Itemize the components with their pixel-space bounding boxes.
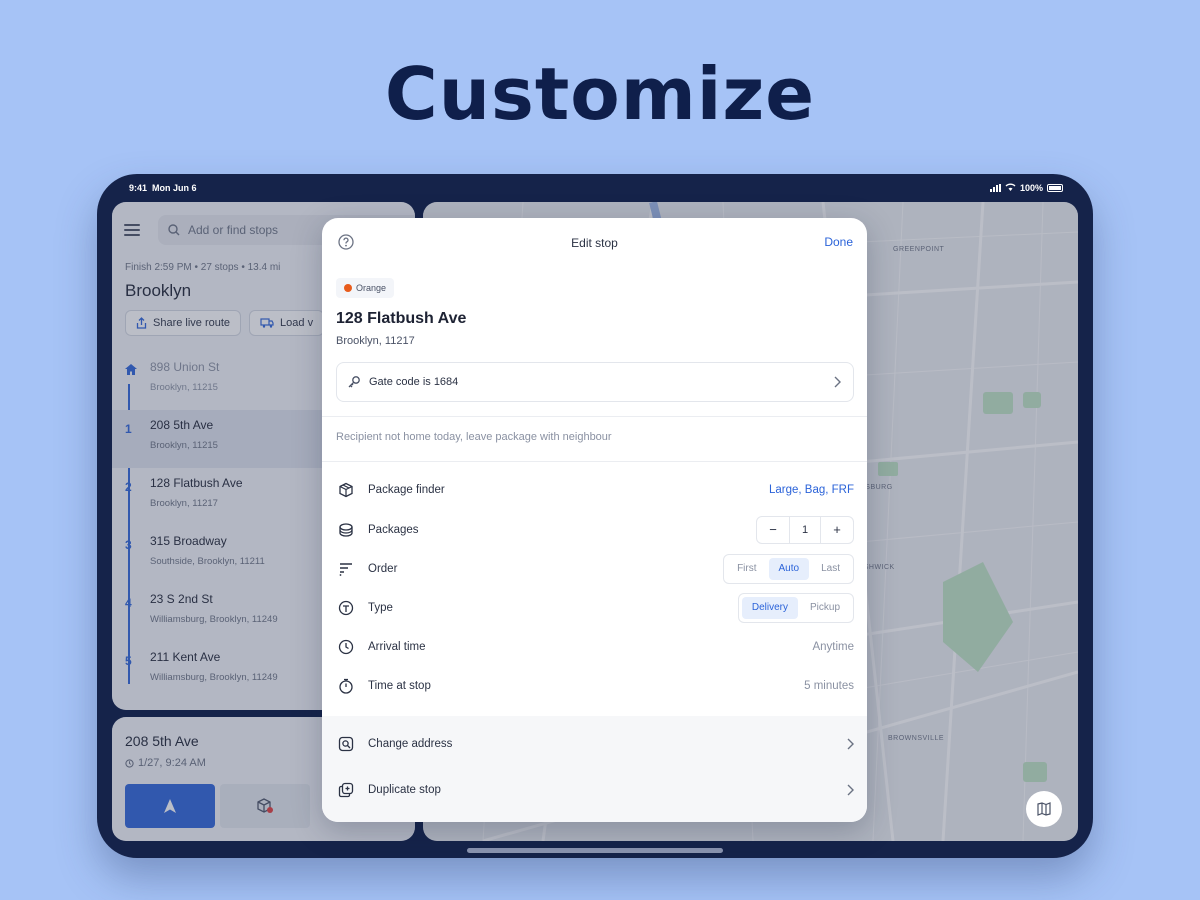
battery-percent: 100% [1019, 183, 1043, 193]
menu-icon[interactable] [124, 224, 140, 236]
order-icon [336, 561, 356, 577]
home-icon [125, 364, 137, 378]
route-title: Brooklyn [125, 281, 192, 300]
status-bar: 9:41 Mon Jun 6 100% [97, 174, 1093, 202]
package-finder-icon [336, 482, 356, 498]
decrement-button[interactable]: − [757, 517, 789, 543]
done-button[interactable]: Done [824, 235, 853, 249]
stop-number: 1 [125, 422, 132, 436]
change-address-button[interactable]: Change address [336, 724, 854, 764]
type-segmented-control: Delivery Pickup [737, 593, 854, 623]
share-icon [136, 317, 147, 329]
packages-icon [336, 522, 356, 538]
package-finder-row[interactable]: Package finder Large, Bag, FRF [336, 475, 854, 505]
package-issue-button[interactable] [220, 784, 310, 828]
map-icon [1037, 802, 1051, 816]
stop-number: 4 [125, 596, 132, 610]
order-segmented-control: First Auto Last [723, 554, 854, 584]
share-live-route-button[interactable]: Share live route [125, 310, 242, 336]
load-vehicle-button[interactable]: Load v [249, 310, 325, 336]
map-layers-button[interactable] [1026, 791, 1062, 827]
divider [322, 461, 867, 462]
selected-stop-title: 208 5th Ave [125, 733, 199, 749]
color-tag[interactable]: Orange [336, 278, 395, 298]
type-icon [336, 600, 356, 616]
truck-icon [260, 318, 274, 328]
stop-address: 128 Flatbush Ave [336, 310, 467, 327]
order-option-last[interactable]: Last [811, 558, 850, 580]
stop-note-card[interactable]: Gate code is 1684 [336, 362, 854, 402]
status-right: 100% [989, 183, 1063, 193]
recipient-note[interactable]: Recipient not home today, leave package … [336, 431, 612, 443]
arrival-time-row[interactable]: Arrival time Anytime [336, 632, 854, 662]
wifi-icon [1005, 183, 1016, 193]
time-at-stop-row[interactable]: Time at stop 5 minutes [336, 671, 854, 701]
stop-note-text: Gate code is 1684 [369, 376, 459, 388]
selected-stop-eta: 1/27, 9:24 AM [125, 757, 206, 769]
package-failed-icon [257, 798, 273, 813]
navigation-arrow-icon [164, 799, 176, 813]
modal-header: Edit stop Done [322, 218, 867, 266]
change-address-icon [336, 736, 356, 752]
battery-icon [1047, 184, 1063, 192]
clock-icon [336, 639, 356, 655]
route-meta: Finish 2:59 PM • 27 stops • 13.4 mi [125, 262, 281, 273]
modal-title: Edit stop [571, 236, 618, 250]
packages-row: Packages − 1 + [336, 515, 854, 545]
packages-stepper: − 1 + [756, 516, 854, 544]
chevron-right-icon [834, 376, 841, 388]
type-option-delivery[interactable]: Delivery [741, 597, 798, 619]
stopwatch-icon [336, 678, 356, 694]
stop-number: 3 [125, 538, 132, 552]
order-row: Order First Auto Last [336, 554, 854, 584]
search-icon [168, 224, 180, 236]
duplicate-icon [336, 782, 356, 798]
stop-number: 2 [125, 480, 132, 494]
stop-address-sub: Brooklyn, 11217 [336, 335, 415, 347]
packages-count[interactable]: 1 [789, 517, 821, 543]
color-dot [344, 284, 352, 292]
order-option-auto[interactable]: Auto [768, 558, 810, 580]
status-time: 9:41 Mon Jun 6 [129, 183, 197, 193]
signal-icon [989, 184, 1001, 192]
divider [322, 416, 867, 417]
duplicate-stop-button[interactable]: Duplicate stop [336, 770, 854, 810]
type-option-pickup[interactable]: Pickup [800, 597, 850, 619]
order-option-first[interactable]: First [727, 558, 766, 580]
home-indicator [467, 848, 723, 853]
package-finder-value[interactable]: Large, Bag, FRF [769, 484, 854, 496]
increment-button[interactable]: + [821, 517, 853, 543]
chevron-right-icon [847, 738, 854, 750]
route-actions: Share live route Load v [125, 310, 325, 336]
chevron-right-icon [847, 784, 854, 796]
edit-stop-modal: Edit stop Done Orange 128 Flatbush Ave B… [322, 218, 867, 822]
type-row: Type Delivery Pickup [336, 593, 854, 623]
time-at-stop-value: 5 minutes [804, 680, 854, 692]
stop-number: 5 [125, 654, 132, 668]
navigate-button[interactable] [125, 784, 215, 828]
key-icon [348, 376, 360, 388]
search-placeholder: Add or find stops [188, 223, 279, 237]
arrival-time-value: Anytime [812, 641, 854, 653]
modal-actions: Change address Duplicate stop [322, 716, 867, 822]
headline: Customize [384, 52, 816, 136]
clock-icon [125, 758, 134, 768]
